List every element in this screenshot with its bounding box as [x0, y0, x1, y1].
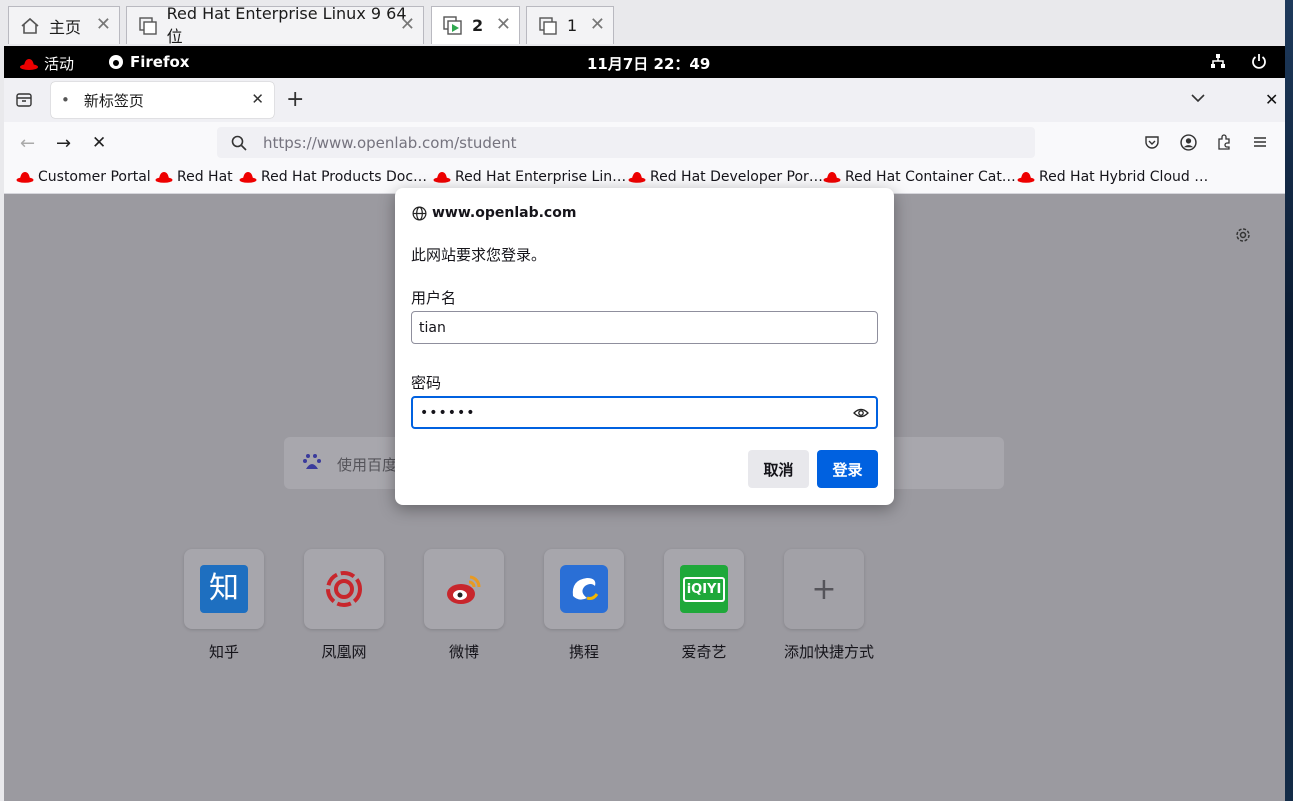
weibo-icon [447, 575, 481, 604]
app-menu-firefox[interactable]: Firefox [108, 53, 189, 71]
pocket-icon[interactable] [1144, 134, 1160, 154]
power-icon[interactable] [1251, 53, 1267, 69]
tab-new-tab[interactable]: • 新标签页 ✕ [51, 82, 274, 118]
vm-tab-label: 2 [472, 16, 484, 35]
close-icon[interactable]: ✕ [590, 16, 605, 34]
tab-title: 新标签页 [83, 91, 144, 110]
zhihu-icon: 知 [200, 565, 248, 613]
close-icon[interactable]: ✕ [496, 16, 511, 34]
close-icon[interactable]: ✕ [96, 16, 111, 34]
vm-tab-home[interactable]: 主页 ✕ [8, 6, 120, 44]
gnome-top-bar: 活动 Firefox 11月7日 22：49 [4, 46, 1285, 78]
bookmark-item[interactable]: Red Hat Hybrid Cloud … [1017, 169, 1208, 185]
firefox-icon [109, 55, 123, 69]
top-site-ctrip[interactable]: 携程 [544, 549, 624, 662]
vm-tab-label: 1 [567, 16, 578, 35]
vm-copy-icon [137, 15, 159, 37]
add-shortcut[interactable]: + 添加快捷方式 [784, 549, 874, 662]
globe-icon [412, 206, 427, 220]
username-label: 用户名 [411, 289, 457, 307]
back-arrow-icon[interactable]: ← [20, 133, 35, 154]
redhat-favicon-icon [239, 172, 257, 183]
activities-button[interactable]: 活动 [20, 53, 74, 74]
forward-arrow-icon[interactable]: → [56, 133, 71, 154]
url-bar[interactable]: https://www.openlab.com/student [217, 127, 1035, 158]
account-icon[interactable] [1180, 134, 1197, 155]
bookmark-item[interactable]: Red Hat [155, 169, 233, 185]
redhat-favicon-icon [1017, 172, 1035, 183]
redhat-logo-icon [20, 58, 38, 70]
bookmark-item[interactable]: Red Hat Products Doc… [239, 169, 427, 185]
show-password-eye-icon[interactable] [853, 405, 869, 425]
vm-tab-2[interactable]: 2 ✕ [431, 6, 520, 44]
list-all-tabs-chevron-icon[interactable] [1190, 90, 1206, 110]
login-button[interactable]: 登录 [817, 450, 878, 488]
home-icon [19, 15, 41, 37]
bookmark-item[interactable]: Red Hat Container Cat… [823, 169, 1016, 185]
dialog-message: 此网站要求您登录。 [411, 246, 547, 264]
vm-tab-1[interactable]: 1 ✕ [526, 6, 614, 44]
dialog-host: www.openlab.com [412, 205, 576, 221]
username-field[interactable]: tian [411, 311, 878, 344]
search-icon [231, 135, 247, 151]
vm-copy-icon [537, 15, 559, 37]
vm-tab-label: Red Hat Enterprise Linux 9 64 位 [166, 4, 407, 46]
vm-tab-label: 主页 [49, 17, 82, 37]
firefox-nav-bar: ← → ✕ https://www.openlab.com/student [4, 122, 1285, 164]
tab-overview-icon[interactable] [15, 91, 33, 113]
cancel-button[interactable]: 取消 [748, 450, 809, 488]
ctrip-icon [560, 565, 608, 613]
password-label: 密码 [411, 374, 442, 392]
top-site-weibo[interactable]: 微博 [424, 549, 504, 662]
close-icon[interactable]: ✕ [400, 16, 415, 34]
auth-dialog: www.openlab.com 此网站要求您登录。 用户名 tian 密码 ••… [395, 188, 894, 505]
window-close-icon[interactable]: ✕ [1265, 90, 1278, 109]
tab-loading-dot-icon: • [61, 91, 70, 109]
redhat-favicon-icon [433, 172, 451, 183]
network-icon[interactable] [1210, 53, 1226, 69]
redhat-favicon-icon [155, 172, 173, 183]
top-site-iqiyi[interactable]: iQIYI 爱奇艺 [664, 549, 744, 662]
extensions-icon[interactable] [1216, 134, 1232, 154]
clock[interactable]: 11月7日 22：49 [587, 53, 710, 74]
firefox-tab-strip: • 新标签页 ✕ + ✕ [4, 78, 1285, 122]
stop-loading-icon[interactable]: ✕ [92, 133, 106, 153]
search-placeholder: 使用百度 [337, 456, 398, 474]
vm-running-icon [442, 15, 464, 37]
bookmark-item[interactable]: Customer Portal [16, 169, 151, 185]
redhat-favicon-icon [628, 172, 646, 183]
baidu-icon [302, 452, 322, 476]
new-tab-plus-icon[interactable]: + [286, 87, 304, 112]
top-site-zhihu[interactable]: 知 知乎 [184, 549, 264, 662]
iqiyi-icon: iQIYI [680, 565, 728, 613]
url-text[interactable]: https://www.openlab.com/student [263, 134, 516, 152]
vm-tab-bar: 主页 ✕ Red Hat Enterprise Linux 9 64 位 ✕ 2… [0, 0, 1285, 46]
add-icon: + [811, 571, 837, 607]
gear-icon[interactable] [1234, 226, 1252, 248]
vm-tab-rhel[interactable]: Red Hat Enterprise Linux 9 64 位 ✕ [126, 4, 424, 46]
host-desktop-edge [1285, 0, 1293, 801]
redhat-favicon-icon [16, 172, 34, 183]
redhat-favicon-icon [823, 172, 841, 183]
bookmark-item[interactable]: Red Hat Enterprise Lin… [433, 169, 626, 185]
ifeng-icon [326, 571, 362, 607]
close-tab-icon[interactable]: ✕ [251, 90, 264, 108]
bookmark-item[interactable]: Red Hat Developer Por… [628, 169, 823, 185]
password-field[interactable]: •••••• [411, 396, 878, 429]
top-site-ifeng[interactable]: 凤凰网 [304, 549, 384, 662]
menu-hamburger-icon[interactable] [1252, 134, 1268, 154]
